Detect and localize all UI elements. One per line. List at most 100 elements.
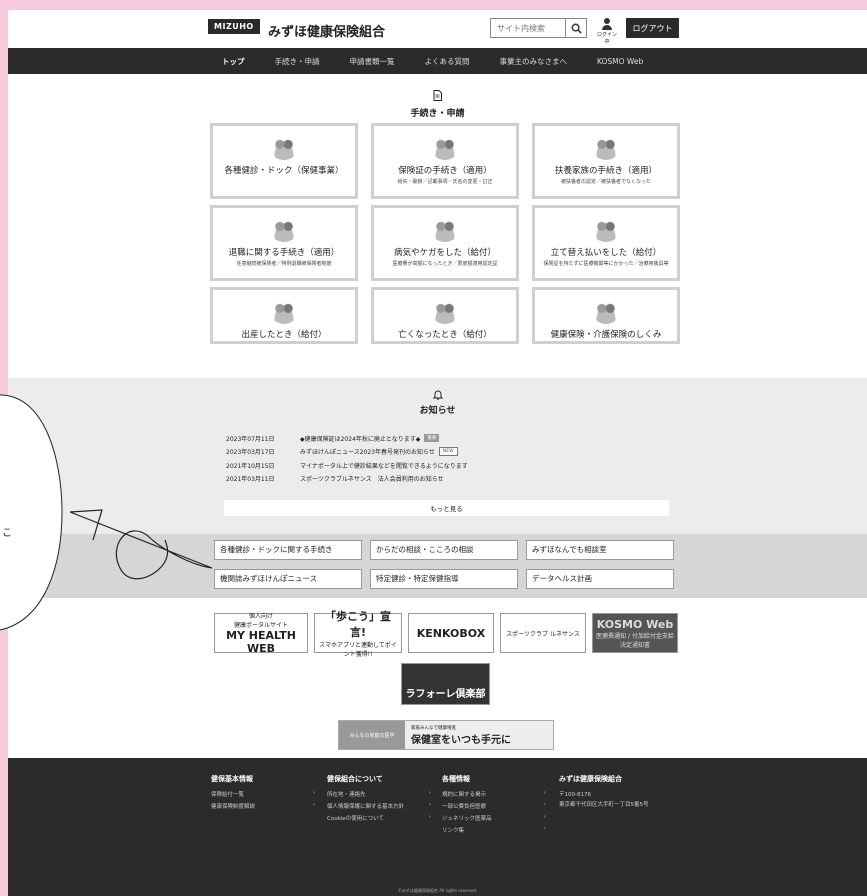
news-item[interactable]: 2021年03月11日 スポーツクラブルネサンス 法人会員利用のお知らせ (226, 473, 468, 485)
nav-procedures[interactable]: 手続き・申請 (275, 56, 320, 67)
footer-link-label: 保険給付一覧 (211, 792, 245, 798)
news-item[interactable]: 2023年03月17日 みずほけんぽニュース2023年春号発刊のお知らせ NEW (226, 446, 468, 458)
laforet-banner[interactable]: ラフォーレ倶楽部 (401, 663, 490, 705)
procedures-title: 手続き・申請 (410, 109, 465, 119)
mizuho-logo[interactable]: MIZUHO (208, 19, 260, 34)
footer-link[interactable]: ジェネリック医薬品 › (442, 814, 546, 826)
minnano-left: みんなの家庭の医学 (339, 721, 405, 749)
renaissance-label: スポーツクラブ ルネサンス (506, 630, 580, 638)
link-news-magazine[interactable]: 機関誌みずほけんぽニュース (214, 569, 362, 589)
card-health-checkup[interactable]: 各種健診・ドック（保健事業） (210, 123, 358, 199)
myhealth-top: 個人向け (248, 613, 273, 620)
link-health-consultation[interactable]: からだの相談・こころの相談 (370, 540, 518, 560)
news-date: 2021年10月15日 (226, 462, 275, 470)
nav-kosmo[interactable]: KOSMO Web (597, 57, 643, 66)
kenkobox-label: KENKOBOX (416, 626, 486, 640)
card-death[interactable]: 亡くなったとき（給付） (371, 287, 519, 344)
news-text[interactable]: ◆健康保険証は2024年秋に廃止となります◆ (300, 434, 420, 443)
footer-link[interactable]: 保険給付一覧 › (211, 790, 315, 802)
minnano-banner[interactable]: みんなの家庭の医学 家族みんなで健康増進 保健室をいつも手元に (338, 720, 554, 750)
news-heading: お知らせ (8, 389, 867, 416)
footer-link[interactable]: 所在地・連絡先 › (327, 790, 431, 802)
search-input[interactable] (490, 18, 566, 38)
card-reimbursement[interactable]: 立て替え払いをした（給付） 保険証を持たずに医療機関等にかかった／治療用装具等 (532, 205, 680, 281)
kenkobox-banner[interactable]: KENKOBOX (408, 613, 494, 653)
link-specific-checkup[interactable]: 特定健診・特定保健指導 (370, 569, 518, 589)
kosmo-web-banner[interactable]: KOSMO Web 医療費通知 / 付加給付金支給決定通知書 (592, 613, 678, 653)
link-data-health[interactable]: データヘルス計画 (526, 569, 674, 589)
nav-faq[interactable]: よくある質問 (425, 56, 470, 67)
footer-link[interactable]: 一部公費負担医療 › (442, 802, 546, 814)
news-title: お知らせ (419, 406, 456, 416)
footer-link[interactable]: 健康保険制度解説 › (211, 802, 315, 814)
card-dependents[interactable]: 扶養家族の手続き（適用） 被扶養者の認定／被扶養者でなくなった (532, 123, 680, 199)
news-item[interactable]: 2023年07月11日 ◆健康保険証は2024年秋に廃止となります◆ 重要 (226, 432, 468, 444)
nav-employers[interactable]: 事業主のみなさまへ (500, 56, 568, 67)
link-checkup-procedures[interactable]: 各種健診・ドックに関する手続き (214, 540, 362, 560)
footer-address: 東京都千代田区大手町一丁目5番5号 (559, 802, 649, 808)
search-button[interactable] (565, 18, 587, 38)
footer-link-label: 一部公費負担医療 (442, 804, 487, 810)
footer-link[interactable]: 規約に関する掲示 › (442, 790, 546, 802)
card-title: 各種健診・ドック（保健事業） (224, 166, 344, 176)
important-badge: 重要 (424, 434, 440, 442)
renaissance-banner[interactable]: スポーツクラブ ルネサンス (500, 613, 586, 653)
org-name[interactable]: みずほ健康保険組合 (268, 21, 385, 40)
card-insurance-system[interactable]: 健康保険・介護保険のしくみ (532, 287, 680, 344)
footer-col-org: みずほ健康保険組合 〒100-8176 東京都千代田区大手町一丁目5番5号 (559, 774, 669, 808)
card-childbirth[interactable]: 出産したとき（給付） (210, 287, 358, 344)
news-text[interactable]: みずほけんぽニュース2023年春号発刊のお知らせ (300, 447, 435, 456)
card-illness-injury[interactable]: 病気やケガをした（給付） 医療費が高額になったとき／限度額適用認定証 (371, 205, 519, 281)
footer-link[interactable]: リンク集 › (442, 826, 546, 838)
footer-link-label: 個人情報保護に関する基本方針 (327, 804, 405, 810)
news-item[interactable]: 2021年10月15日 マイナポータル上で健診結果などを閲覧できるようになります (226, 459, 468, 471)
card-subtitle: 保険証を持たずに医療機関等にかかった／治療用装具等 (543, 261, 669, 267)
procedures-heading: 手続き・申請 (8, 90, 867, 119)
news-list: 2023年07月11日 ◆健康保険証は2024年秋に廃止となります◆ 重要 2023… (226, 432, 468, 486)
page: MIZUHO みずほ健康保険組合 ログイン中 ログアウト トップ 手続き・申請 … (8, 10, 867, 896)
people-illustration (270, 298, 298, 324)
kosmo-main: KOSMO Web (596, 617, 674, 631)
nav-forms[interactable]: 申請書類一覧 (350, 56, 395, 67)
footer-link[interactable]: Cookieの使用について › (327, 814, 431, 826)
chevron-right-icon: › (312, 790, 315, 796)
arukou-banner[interactable]: 「歩こう」宣言! スマホアプリと連動してポイント獲得!! (314, 610, 402, 658)
banner-row: 個人向け 健康ポータルサイト MY HEALTH WEB 「歩こう」宣言! スマ… (214, 610, 678, 658)
card-subtitle: 被扶養者の認定／被扶養者でなくなった (560, 179, 651, 185)
chevron-right-icon: › (428, 802, 431, 808)
main-nav: トップ 手続き・申請 申請書類一覧 よくある質問 事業主のみなさまへ KOSMO… (8, 48, 867, 74)
login-status: ログイン中 (597, 17, 617, 45)
site-header: MIZUHO みずほ健康保険組合 ログイン中 ログアウト (8, 10, 867, 48)
card-title: 病気やケガをした（給付） (393, 248, 496, 258)
news-text[interactable]: マイナポータル上で健診結果などを閲覧できるようになります (300, 461, 468, 470)
myhealth-web-banner[interactable]: 個人向け 健康ポータルサイト MY HEALTH WEB (214, 613, 308, 655)
footer-link[interactable]: 個人情報保護に関する基本方針 › (327, 802, 431, 814)
chevron-right-icon: › (543, 814, 546, 820)
people-illustration (592, 216, 620, 242)
footer-link-label: 規約に関する掲示 (442, 792, 487, 798)
nav-top[interactable]: トップ (222, 56, 245, 67)
card-title: 扶養家族の手続き（適用） (554, 166, 657, 176)
footer-col-title: 健保組合について (327, 775, 383, 783)
chevron-right-icon: › (543, 790, 546, 796)
footer-postal: 〒100-8176 (559, 792, 591, 798)
more-news-button[interactable]: もっと見る (224, 500, 669, 516)
logout-button[interactable]: ログアウト (626, 18, 679, 38)
user-icon (604, 18, 610, 24)
card-insurance-card[interactable]: 保険証の手続き（適用） 紛失・破損／記載事項・氏名の変更・訂正 (371, 123, 519, 199)
chevron-right-icon: › (543, 826, 546, 832)
card-retirement[interactable]: 退職に関する手続き（適用） 任意継続被保険者／特例退職被保険者制度 (210, 205, 358, 281)
footer-col-info: 各種情報 規約に関する掲示 › 一部公費負担医療 › ジェネリック医薬品 › リンク集… (442, 774, 546, 838)
people-illustration (592, 134, 620, 160)
kosmo-sub: 医療費通知 / 付加給付金支給決定通知書 (596, 632, 674, 649)
footer-link-label: Cookieの使用について (327, 816, 385, 822)
people-illustration (270, 134, 298, 160)
footer-link-label: ジェネリック医薬品 (442, 816, 492, 822)
footer-link-label: リンク集 (442, 828, 465, 834)
copyright: ©みずほ健康保険組合 All rights reserved. (397, 888, 478, 893)
user-icon-body (602, 25, 612, 30)
news-text[interactable]: スポーツクラブルネサンス 法人会員利用のお知らせ (300, 474, 444, 483)
procedure-card-grid: 各種健診・ドック（保健事業） 保険証の手続き（適用） 紛失・破損／記載事項・氏名の… (210, 123, 681, 344)
link-consultation-room[interactable]: みずほなんでも相談室 (526, 540, 674, 560)
card-subtitle: 任意継続被保険者／特例退職被保険者制度 (236, 261, 332, 267)
